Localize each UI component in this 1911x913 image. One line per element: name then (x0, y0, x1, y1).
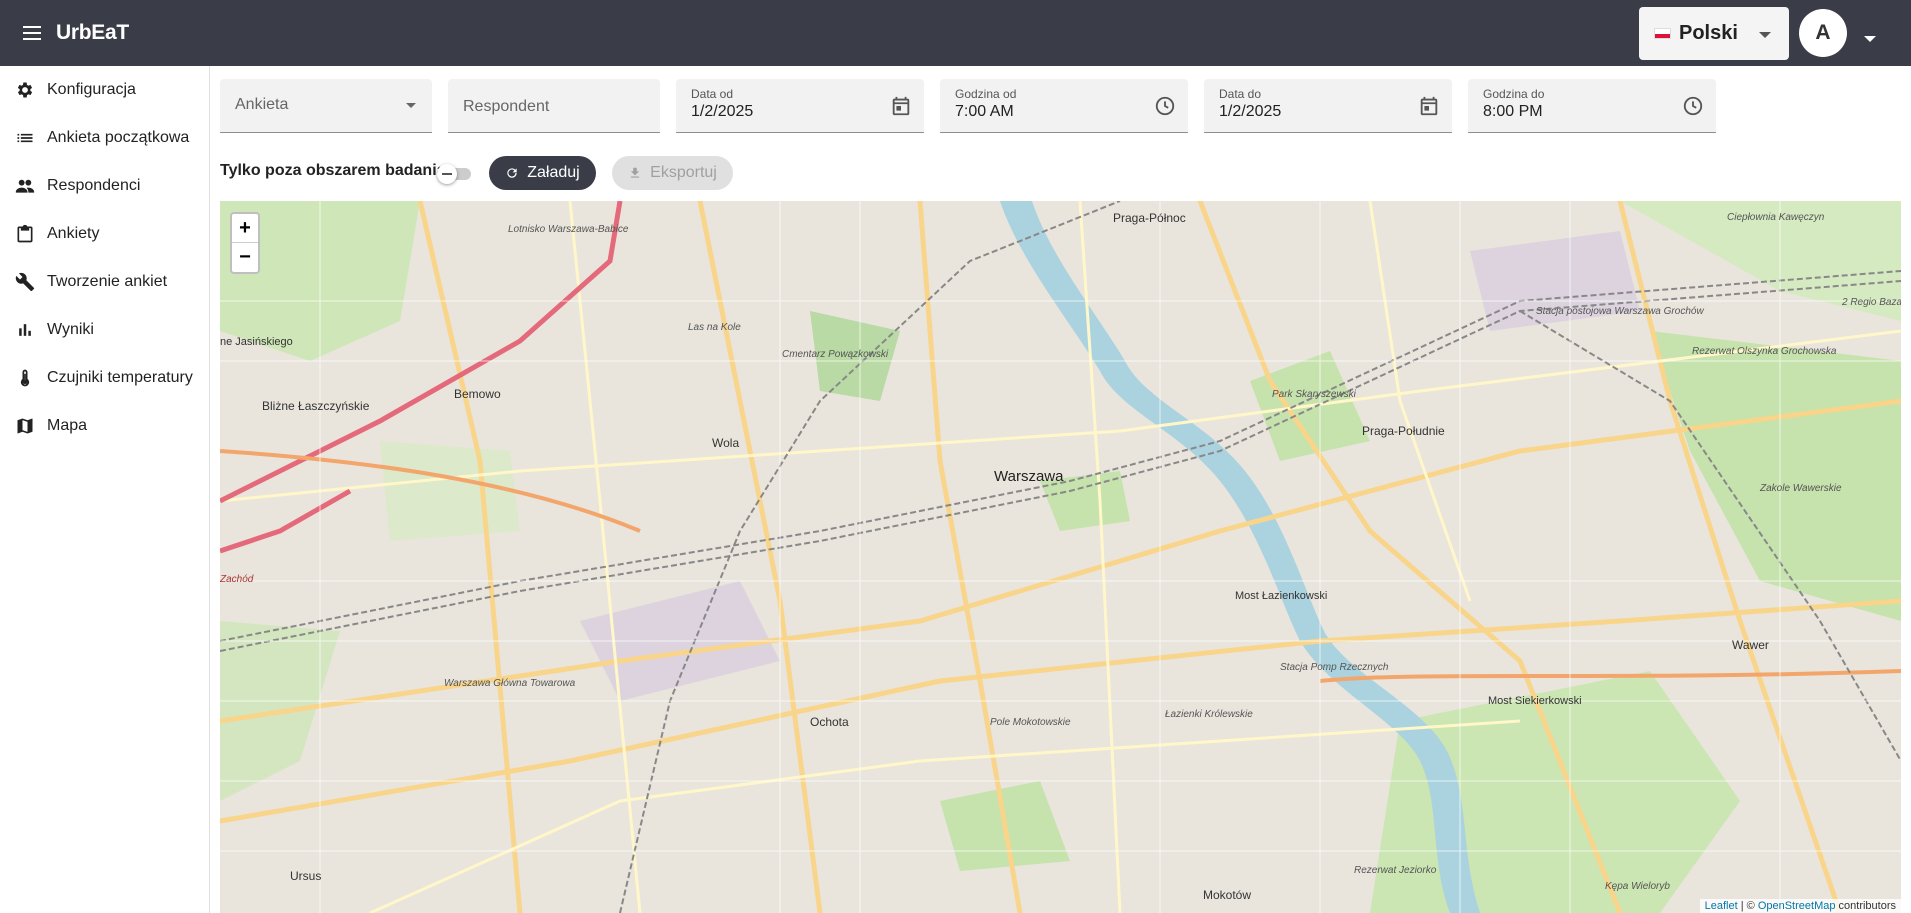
map-label: Lotnisko Warszawa-Babice (508, 224, 629, 235)
sidebar-item-label: Ankiety (47, 225, 100, 242)
map-label: Park Skaryszewski (1272, 389, 1356, 400)
sidebar-item-label: Tworzenie ankiet (47, 273, 168, 290)
map-label: Bemowo (454, 387, 501, 401)
bar-chart-icon (0, 320, 47, 340)
respondent-placeholder: Respondent (463, 98, 550, 115)
map-label: Stacja postojowa Warszawa Grochów (1536, 306, 1704, 317)
map-label: Ursus (290, 869, 322, 883)
sidebar-item-label: Ankieta początkowa (47, 129, 190, 146)
outside-area-toggle[interactable] (437, 163, 473, 184)
map-attribution: Leaflet | © OpenStreetMap contributors (1699, 899, 1901, 913)
load-button[interactable]: Załaduj (489, 156, 596, 190)
sidebar-item-mapa[interactable]: Mapa (0, 402, 209, 450)
refresh-icon (507, 168, 517, 178)
gear-icon (0, 80, 47, 100)
map-label: Rezerwat Olszynka Grochowska (1692, 346, 1837, 357)
map-label: ne Jasińskiego (220, 336, 293, 348)
map-label: Kępa Wieloryb (1605, 881, 1670, 892)
map[interactable]: + − Praga-Północ Warszawa Praga-Południe… (220, 201, 1901, 913)
sidebar-item-tworzenie-ankiet[interactable]: Tworzenie ankiet (0, 258, 209, 306)
app-bar: UrbEaT Polski A (0, 0, 1911, 66)
calendar-icon[interactable] (890, 95, 912, 122)
map-label: Łazienki Królewskie (1165, 709, 1253, 720)
zoom-in-button[interactable]: + (232, 214, 258, 243)
map-label: Wawer (1732, 638, 1769, 652)
zoom-out-button[interactable]: − (232, 243, 258, 272)
map-label: Warszawa Główna Towarowa (444, 678, 576, 689)
sidebar-item-wyniki[interactable]: Wyniki (0, 306, 209, 354)
time-to-value: 8:00 PM (1483, 103, 1543, 120)
sidebar-item-konfiguracja[interactable]: Konfiguracja (0, 66, 209, 114)
time-from-field[interactable]: Godzina od 7:00 AM (940, 79, 1188, 133)
zoom-control: + − (230, 212, 260, 274)
map-label: Mokotów (1203, 888, 1252, 902)
sidebar-item-label: Respondenci (47, 177, 141, 194)
map-label: Zachód (220, 574, 254, 585)
map-label: Pole Mokotowskie (990, 717, 1071, 728)
toggle-thumb (437, 164, 457, 184)
sidebar-item-label: Czujniki temperatury (47, 369, 193, 386)
map-label: Rezerwat Jeziorko (1354, 865, 1437, 876)
map-label: Las na Kole (688, 322, 741, 333)
sidebar-item-ankiety[interactable]: Ankiety (0, 210, 209, 258)
sidebar: Konfiguracja Ankieta początkowa Responde… (0, 66, 210, 913)
list-icon (0, 128, 47, 148)
time-to-label: Godzina do (1483, 87, 1545, 101)
export-button-label: Eksportuj (650, 164, 717, 181)
time-from-label: Godzina od (955, 87, 1017, 101)
thermometer-icon (0, 368, 47, 388)
map-label: Ciepłownia Kawęczyn (1727, 212, 1825, 223)
wrench-icon (0, 272, 47, 292)
avatar[interactable]: A (1799, 9, 1847, 57)
map-label: Ochota (810, 715, 849, 729)
date-to-field[interactable]: Data do 1/2/2025 (1204, 79, 1452, 133)
map-label: Most Siekierkowski (1488, 695, 1582, 707)
people-icon (0, 176, 47, 196)
map-label: Praga-Północ (1113, 211, 1186, 225)
time-to-field[interactable]: Godzina do 8:00 PM (1468, 79, 1716, 133)
map-label: Warszawa (994, 468, 1064, 485)
sidebar-item-label: Mapa (47, 417, 88, 434)
chevron-down-icon (1759, 32, 1771, 38)
map-label: Praga-Południe (1362, 424, 1445, 438)
sidebar-item-ankieta-poczatkowa[interactable]: Ankieta początkowa (0, 114, 209, 162)
date-to-value: 1/2/2025 (1219, 103, 1282, 120)
leaflet-link[interactable]: Leaflet (1705, 900, 1738, 912)
map-label: Most Łazienkowski (1235, 590, 1328, 602)
app-title: UrbEaT (56, 21, 129, 44)
date-from-label: Data od (691, 87, 734, 101)
map-label: Cmentarz Powązkowski (782, 349, 889, 360)
date-to-label: Data do (1219, 87, 1262, 101)
sidebar-item-label: Konfiguracja (47, 81, 136, 98)
clock-icon[interactable] (1682, 95, 1704, 122)
download-icon (631, 167, 640, 178)
map-label: Zakole Wawerskie (1760, 483, 1842, 494)
map-label: 2 Regio Baza Log JW 4 (1842, 297, 1901, 308)
language-label: Polski (1679, 22, 1738, 44)
clipboard-icon (0, 224, 47, 244)
osm-link[interactable]: OpenStreetMap (1758, 900, 1836, 912)
map-label: Wola (712, 436, 740, 450)
calendar-icon[interactable] (1418, 95, 1440, 122)
map-icon (0, 416, 47, 436)
map-label: Bliżne Łaszczyńskie (262, 399, 370, 413)
chevron-down-icon (406, 103, 416, 108)
sidebar-item-label: Wyniki (47, 321, 94, 338)
clock-icon[interactable] (1154, 95, 1176, 122)
load-button-label: Załaduj (527, 164, 580, 181)
language-select[interactable]: Polski (1639, 7, 1789, 60)
outside-area-label: Tylko poza obszarem badania (220, 162, 446, 179)
user-menu-chevron-icon[interactable] (1864, 36, 1876, 42)
date-from-field[interactable]: Data od 1/2/2025 (676, 79, 924, 133)
sidebar-item-czujniki-temperatury[interactable]: Czujniki temperatury (0, 354, 209, 402)
survey-placeholder: Ankieta (235, 96, 289, 113)
respondent-input[interactable]: Respondent (448, 79, 660, 133)
survey-select[interactable]: Ankieta (220, 79, 432, 133)
map-label: Stacja Pomp Rzecznych (1280, 662, 1389, 673)
date-from-value: 1/2/2025 (691, 103, 754, 120)
time-from-value: 7:00 AM (955, 103, 1014, 120)
poland-flag-icon (1654, 28, 1671, 39)
export-button[interactable]: Eksportuj (612, 156, 733, 190)
sidebar-item-respondenci[interactable]: Respondenci (0, 162, 209, 210)
